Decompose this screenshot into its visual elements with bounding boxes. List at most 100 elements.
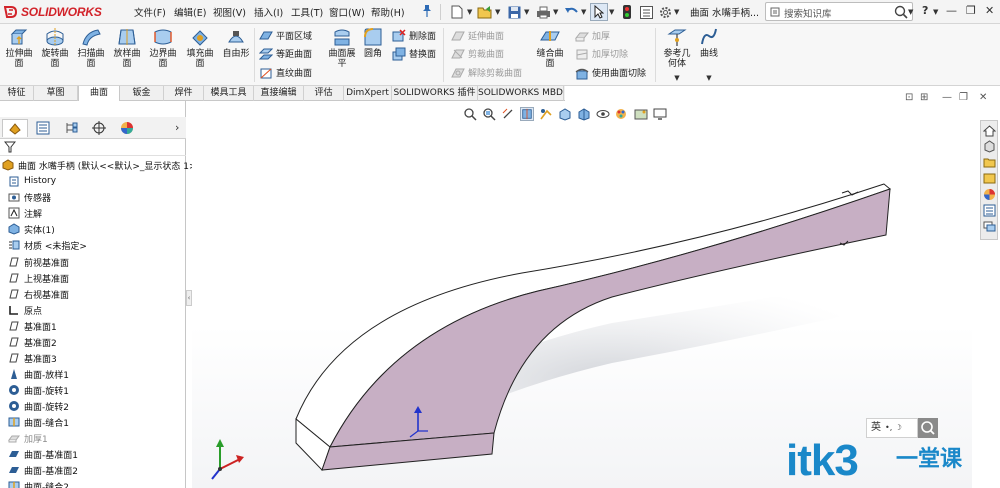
knit-surface-button[interactable]: 缝合曲 面 <box>532 26 568 69</box>
tab-direct-editing[interactable]: 直接编辑 <box>254 86 304 101</box>
tab-mold-tools[interactable]: 模具工具 <box>204 86 254 101</box>
view-orientation-icon[interactable] <box>558 107 572 121</box>
print-button[interactable] <box>534 3 552 21</box>
tree-item[interactable]: 曲面-放样1 <box>8 366 69 382</box>
curves-button[interactable]: 曲线 ▼ <box>697 26 721 83</box>
close-button[interactable]: ✕ <box>985 4 994 17</box>
search-dropdown-icon[interactable]: ▼ <box>908 8 913 16</box>
tree-item[interactable]: 上视基准面 <box>8 270 69 286</box>
zoom-to-fit-icon[interactable] <box>463 107 477 121</box>
tree-item[interactable]: 曲面-旋转1 <box>8 382 69 398</box>
view-palette-icon[interactable] <box>983 172 996 185</box>
undo-dropdown-icon[interactable]: ▼ <box>581 8 586 16</box>
tab-features[interactable]: 特征 <box>0 86 34 101</box>
tab-dimxpert[interactable]: DimXpert <box>344 86 392 101</box>
search-knowledge-base-field[interactable]: 搜索知识库 <box>765 2 913 21</box>
revolve-surface-button[interactable]: 旋转曲 面 <box>40 26 70 69</box>
options-dropdown-icon[interactable]: ▼ <box>674 8 679 16</box>
reference-geometry-button[interactable]: 参考几 何体 ▼ <box>659 26 695 83</box>
tree-item[interactable]: 曲面-基准面1 <box>8 446 78 462</box>
extrude-surface-button[interactable]: 拉伸曲 面 <box>4 26 34 69</box>
dynamic-annotation-icon[interactable] <box>539 107 553 121</box>
tab-dimxpert-manager[interactable] <box>86 119 112 137</box>
tree-item[interactable]: 加厚1 <box>8 430 48 446</box>
custom-properties-icon[interactable] <box>983 204 996 217</box>
undo-button[interactable] <box>562 3 580 21</box>
panel-tabs-more-icon[interactable]: › <box>175 121 179 134</box>
boundary-surface-button[interactable]: 边界曲 面 <box>148 26 178 69</box>
delete-face-button[interactable]: 删除面 <box>392 27 436 44</box>
ime-search-button[interactable] <box>918 418 938 438</box>
tree-item[interactable]: History <box>8 173 56 189</box>
tree-item[interactable]: 前视基准面 <box>8 254 69 270</box>
curves-dropdown-icon[interactable]: ▼ <box>697 73 721 83</box>
display-style-icon[interactable] <box>577 107 591 121</box>
loft-surface-button[interactable]: 放样曲 面 <box>112 26 142 69</box>
select-button[interactable] <box>590 3 608 21</box>
menu-view[interactable]: 视图(V) <box>213 5 246 19</box>
save-dropdown-icon[interactable]: ▼ <box>524 8 529 16</box>
tree-item[interactable]: 实体(1) <box>8 221 55 237</box>
zoom-to-area-icon[interactable] <box>482 107 496 121</box>
restore-button[interactable]: ❐ <box>966 4 976 17</box>
planar-surface-button[interactable]: 平面区域 <box>259 27 312 44</box>
options-button[interactable] <box>657 3 673 21</box>
appearances-icon[interactable] <box>983 188 996 201</box>
new-document-button[interactable] <box>448 3 466 21</box>
tree-item[interactable]: 基准面2 <box>8 334 57 350</box>
pin-icon[interactable] <box>421 4 433 18</box>
tree-root[interactable]: 曲面 水嘴手柄 (默认<<默认>_显示状态 1>) <box>2 157 200 173</box>
menu-help[interactable]: 帮助(H) <box>371 5 405 19</box>
home-icon[interactable] <box>983 124 996 137</box>
tree-item[interactable]: 曲面-旋转2 <box>8 398 69 414</box>
tab-surfaces[interactable]: 曲面 <box>78 86 120 101</box>
menu-file[interactable]: 文件(F) <box>134 5 166 19</box>
file-explorer-icon[interactable] <box>983 156 996 169</box>
tree-item[interactable]: 曲面-基准面2 <box>8 462 78 478</box>
search-icon[interactable] <box>894 5 908 19</box>
viewport-minimize-icon[interactable]: — <box>942 92 952 103</box>
tree-item[interactable]: 基准面3 <box>8 350 57 366</box>
rebuild-button[interactable] <box>620 3 634 21</box>
solidworks-logo[interactable]: SOLIDWORKS <box>4 3 102 21</box>
viewport-window-icon[interactable]: ⊡ <box>905 92 913 103</box>
thicken-button[interactable]: 加厚 <box>575 27 610 44</box>
file-properties-button[interactable] <box>638 3 654 21</box>
menu-tools[interactable]: 工具(T) <box>291 5 323 19</box>
hide-show-items-icon[interactable] <box>596 107 610 121</box>
help-button[interactable]: ? <box>922 4 928 17</box>
tree-item[interactable]: 右视基准面 <box>8 286 69 302</box>
sweep-surface-button[interactable]: 扫描曲 面 <box>76 26 106 69</box>
ime-indicator[interactable]: 英 •, ☽ <box>866 418 918 438</box>
tree-item[interactable]: 原点 <box>8 302 42 318</box>
reference-geometry-dropdown-icon[interactable]: ▼ <box>659 73 695 83</box>
untrim-surface-button[interactable]: 解除剪裁曲面 <box>451 64 522 81</box>
tree-item[interactable]: 曲面-缝合1 <box>8 414 69 430</box>
tree-item[interactable]: 曲面-缝合2 <box>8 478 69 488</box>
replace-face-button[interactable]: 替换面 <box>392 45 436 62</box>
trim-surface-button[interactable]: 剪裁曲面 <box>451 45 504 62</box>
select-dropdown-icon[interactable]: ▼ <box>609 8 614 16</box>
tree-item[interactable]: 传感器 <box>8 189 51 205</box>
section-view-icon[interactable] <box>520 107 534 121</box>
menu-window[interactable]: 窗口(W) <box>329 5 365 19</box>
tab-evaluate[interactable]: 评估 <box>304 86 344 101</box>
viewport-expand-icon[interactable]: ⊞ <box>920 92 928 103</box>
apply-scene-icon[interactable] <box>634 107 648 121</box>
minimize-button[interactable]: — <box>946 4 957 17</box>
menu-insert[interactable]: 插入(I) <box>254 5 283 19</box>
tree-item[interactable]: 材质 <未指定> <box>8 237 87 253</box>
tree-item[interactable]: 基准面1 <box>8 318 57 334</box>
tab-solidworks-mbd[interactable]: SOLIDWORKS MBD <box>478 86 564 101</box>
surface-flatten-button[interactable]: 曲面展 平 <box>326 26 358 69</box>
graphics-area[interactable] <box>192 101 972 488</box>
tab-solidworks-addins[interactable]: SOLIDWORKS 插件 <box>392 86 478 101</box>
menu-edit[interactable]: 编辑(E) <box>174 5 206 19</box>
tab-feature-manager[interactable] <box>2 119 28 137</box>
tab-sketch[interactable]: 草图 <box>34 86 78 101</box>
tab-display-manager[interactable] <box>114 119 140 137</box>
new-dropdown-icon[interactable]: ▼ <box>467 8 472 16</box>
print-dropdown-icon[interactable]: ▼ <box>553 8 558 16</box>
cut-with-surface-button[interactable]: 使用曲面切除 <box>575 64 646 81</box>
view-settings-icon[interactable] <box>653 107 667 121</box>
